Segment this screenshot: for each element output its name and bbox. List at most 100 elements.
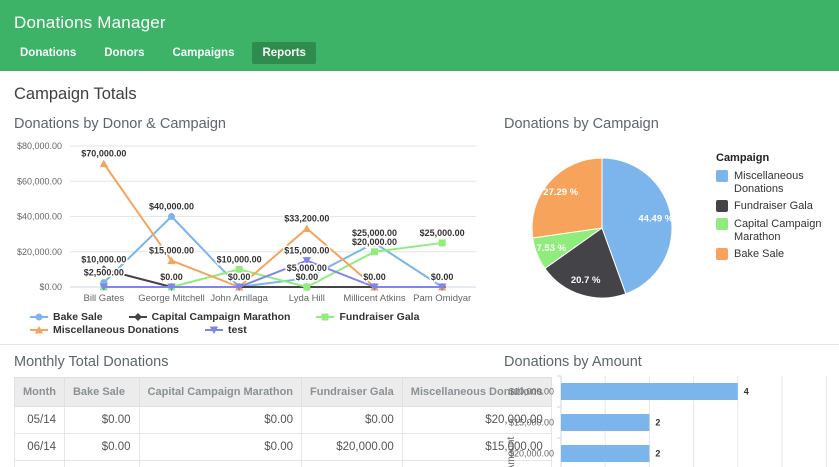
svg-text:7.53 %: 7.53 % — [537, 243, 567, 254]
series-marker-icon — [205, 325, 223, 335]
column-header-month: Month — [15, 378, 65, 407]
bottom-row: Monthly Total Donations MonthBake SaleCa… — [0, 344, 839, 467]
nav-tab-donations[interactable]: Donations — [10, 42, 86, 64]
pie-chart-section: Donations by Campaign 44.49 % 20.7 % 7.53 … — [504, 114, 825, 336]
svg-text:$0.00: $0.00 — [228, 272, 251, 282]
table-cell: $10,000.00 — [139, 461, 301, 467]
pie-chart[interactable]: 44.49 % 20.7 % 7.53 % 27.29 % — [504, 136, 716, 329]
svg-text:$15,000.00: $15,000.00 — [509, 418, 554, 428]
pie-legend-title: Campaign — [716, 152, 825, 164]
svg-text:$25,000.00: $25,000.00 — [420, 228, 465, 238]
legend-label: Miscellaneous Donations — [53, 324, 179, 336]
legend-label: Capital Campaign Marathon — [152, 311, 291, 323]
legend-item-capital-campaign-marathon[interactable]: Capital Campaign Marathon — [129, 311, 291, 323]
legend-item-test[interactable]: test — [205, 324, 247, 336]
svg-text:$15,000.00: $15,000.00 — [149, 246, 194, 256]
table-cell: 06/14 — [15, 434, 65, 461]
nav-tab-reports[interactable]: Reports — [252, 42, 315, 64]
legend-item-miscellaneous-donations[interactable]: Miscellaneous Donations — [30, 324, 179, 336]
table-cell: $0.00 — [302, 407, 403, 434]
monthly-table-section: Monthly Total Donations MonthBake SaleCa… — [14, 352, 492, 467]
column-header-fundraiser-gala: Fundraiser Gala — [302, 378, 403, 407]
legend-label: Bake Sale — [734, 248, 784, 261]
swatch-icon — [716, 200, 728, 212]
line-chart-legend: Bake Sale Capital Campaign Marathon Fundra… — [30, 311, 492, 336]
swatch-icon — [716, 218, 728, 230]
svg-text:20.7 %: 20.7 % — [571, 275, 601, 286]
svg-text:Amount: Amount — [506, 437, 517, 467]
pie-legend-item-fundraiser-gala[interactable]: Fundraiser Gala — [716, 200, 825, 213]
pie-legend-item-miscellaneous-donations[interactable]: Miscellaneous Donations — [716, 170, 825, 195]
table-cell: $20,000.00 — [302, 434, 403, 461]
svg-text:Lyda Hill: Lyda Hill — [289, 293, 325, 304]
svg-text:$40,000.00: $40,000.00 — [149, 202, 194, 212]
report-page: Campaign Totals Donations by Donor & Cam… — [0, 85, 839, 467]
svg-text:$0.00: $0.00 — [39, 282, 62, 292]
pie-chart-area: 44.49 % 20.7 % 7.53 % 27.29 % Campaign Misc… — [504, 136, 825, 329]
legend-item-fundraiser-gala[interactable]: Fundraiser Gala — [316, 311, 419, 323]
table-cell: 05/14 — [15, 407, 65, 434]
svg-text:George Mitchell: George Mitchell — [138, 293, 205, 304]
line-chart-section: Donations by Donor & Campaign $0.00 $20,0… — [14, 114, 492, 336]
svg-text:$60,000.00: $60,000.00 — [17, 176, 62, 186]
legend-label: Capital Campaign Marathon — [734, 218, 825, 243]
column-header-bake-sale: Bake Sale — [64, 378, 139, 407]
svg-text:Pam Omidyar: Pam Omidyar — [413, 293, 471, 304]
main-nav: Donations Donors Campaigns Reports — [10, 42, 839, 71]
legend-label: test — [228, 324, 247, 336]
svg-text:$0.00: $0.00 — [160, 272, 183, 282]
table-header-row: MonthBake SaleCapital Campaign MarathonF… — [15, 378, 552, 407]
svg-text:$40,000.00: $40,000.00 — [17, 212, 62, 222]
svg-text:44.49 %: 44.49 % — [638, 214, 673, 225]
legend-label: Fundraiser Gala — [339, 311, 419, 323]
app-header: Donations Manager Donations Donors Campaig… — [0, 0, 839, 71]
table-cell: $0.00 — [302, 461, 403, 467]
legend-label: Fundraiser Gala — [734, 200, 813, 213]
series-marker-icon — [316, 312, 334, 322]
app-title: Donations Manager — [14, 13, 839, 33]
table-cell: $0.00 — [139, 407, 301, 434]
column-header-capital-campaign-marathon: Capital Campaign Marathon — [139, 378, 301, 407]
series-marker-icon — [30, 325, 48, 335]
svg-text:$20,000.00: $20,000.00 — [17, 247, 62, 257]
svg-text:John Arrillaga: John Arrillaga — [210, 293, 268, 304]
pie-legend-item-bake-sale[interactable]: Bake Sale — [716, 248, 825, 261]
table-row: 08/14$0.00$10,000.00$0.00$0.00 — [15, 461, 552, 467]
table-cell: $0.00 — [64, 434, 139, 461]
legend-label: Bake Sale — [53, 311, 103, 323]
pie-chart-title: Donations by Campaign — [504, 116, 825, 132]
svg-text:$0.00: $0.00 — [431, 272, 454, 282]
bar-chart[interactable]: $10,000.004$15,000.002$20,000.002$25,000… — [504, 374, 825, 467]
legend-label: Miscellaneous Donations — [734, 170, 825, 195]
bar-chart-title: Donations by Amount — [504, 354, 825, 370]
line-chart[interactable]: $0.00 $20,000.00 $40,000.00 $60,000.00 $80,0… — [14, 136, 492, 311]
bar-chart-section: Donations by Amount $10,000.00 4 $15,000.0… — [504, 352, 825, 467]
svg-text:$10,000.00: $10,000.00 — [509, 387, 554, 397]
pie-chart-legend: Campaign Miscellaneous Donations Fundrais… — [716, 136, 825, 329]
svg-text:$33,200.00: $33,200.00 — [284, 213, 329, 223]
pie-legend-item-capital-campaign-marathon[interactable]: Capital Campaign Marathon — [716, 218, 825, 243]
table-cell: $0.00 — [139, 434, 301, 461]
svg-text:$10,000.00: $10,000.00 — [81, 254, 126, 264]
svg-text:$10,000.00: $10,000.00 — [217, 254, 262, 264]
top-row: Donations by Donor & Campaign $0.00 $20,0… — [14, 114, 825, 336]
svg-text:27.29 %: 27.29 % — [543, 187, 578, 198]
nav-tab-campaigns[interactable]: Campaigns — [162, 42, 244, 64]
svg-text:Millicent Atkins: Millicent Atkins — [343, 293, 406, 304]
table-title: Monthly Total Donations — [14, 354, 492, 370]
line-chart-title: Donations by Donor & Campaign — [14, 116, 492, 132]
swatch-icon — [716, 170, 728, 182]
svg-text:4: 4 — [744, 387, 749, 397]
series-marker-icon — [129, 312, 147, 322]
legend-item-bake-sale[interactable]: Bake Sale — [30, 311, 103, 323]
nav-tab-donors[interactable]: Donors — [94, 42, 154, 64]
svg-text:$0.00: $0.00 — [363, 272, 386, 282]
table-row: 05/14$0.00$0.00$0.00$20,000.00 — [15, 407, 552, 434]
swatch-icon — [716, 248, 728, 260]
svg-text:$15,000.00: $15,000.00 — [284, 246, 329, 256]
table-cell: 08/14 — [15, 461, 65, 467]
donations-manager-app: Donations Manager Donations Donors Campaig… — [0, 0, 839, 467]
svg-text:Bill Gates: Bill Gates — [84, 293, 125, 304]
svg-text:$80,000.00: $80,000.00 — [17, 141, 62, 151]
page-title: Campaign Totals — [14, 85, 825, 104]
